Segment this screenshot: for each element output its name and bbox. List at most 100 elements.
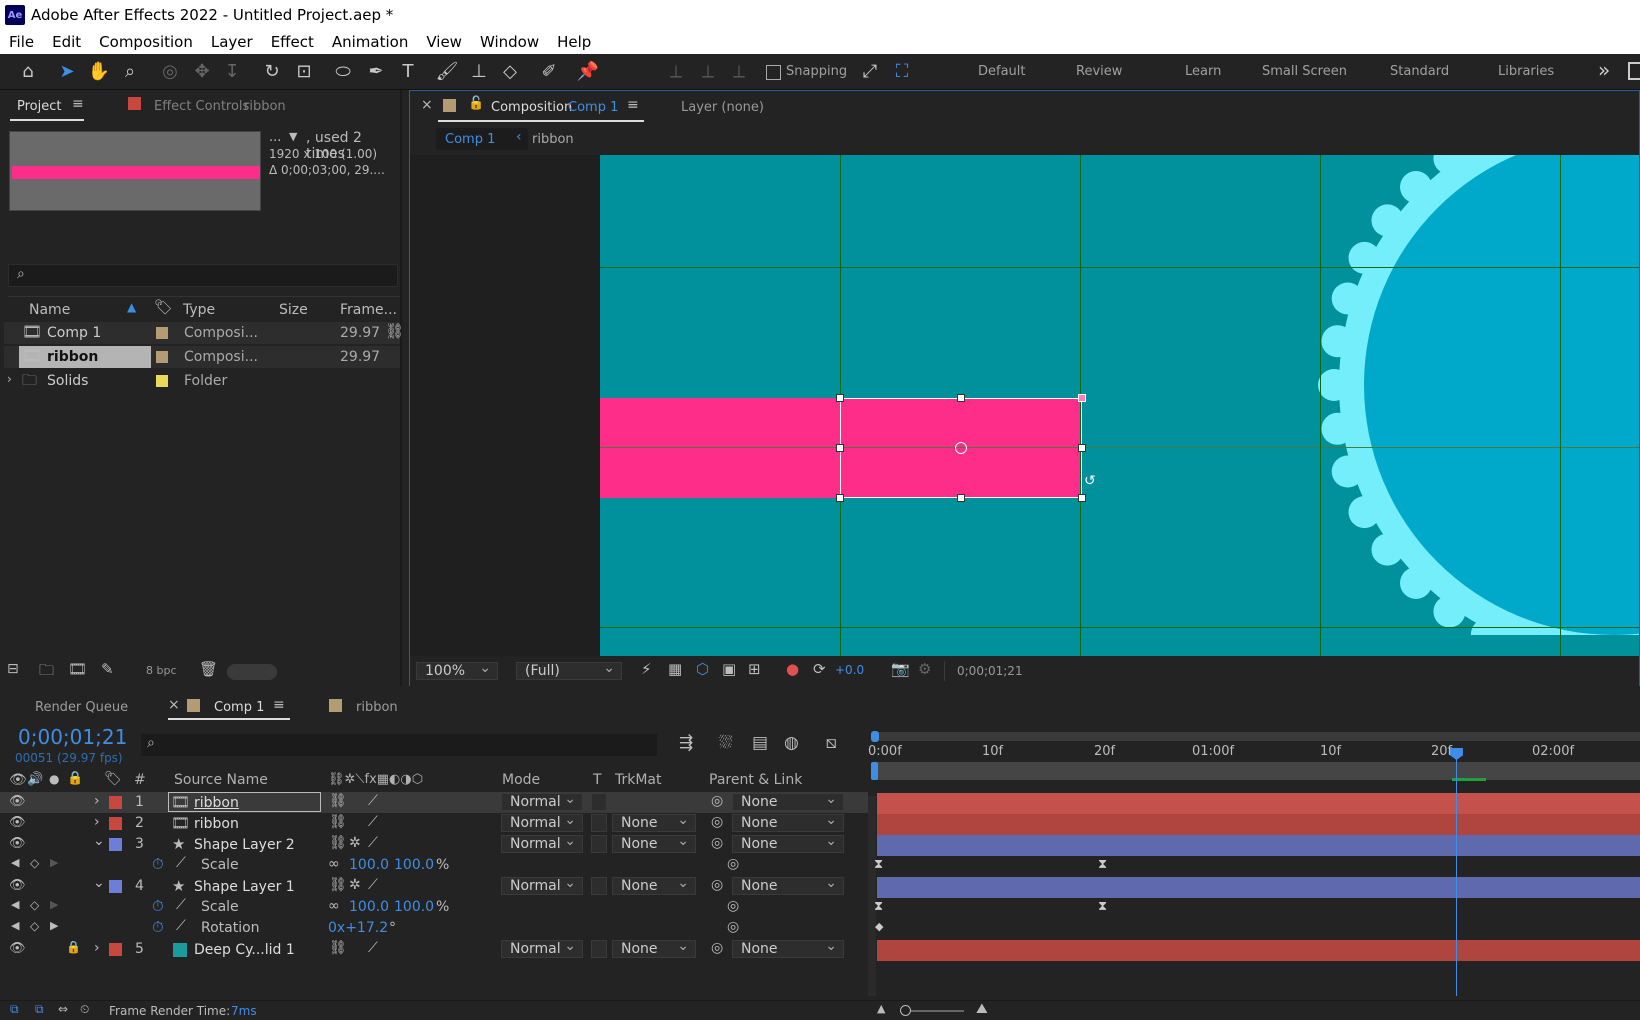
- preserve-transparency-toggle[interactable]: [591, 793, 607, 811]
- timeline-menu-icon[interactable]: ≡: [273, 697, 285, 713]
- workspace-default[interactable]: Default: [978, 64, 1026, 79]
- thumbnail-slider[interactable]: [227, 664, 277, 680]
- layer-label-color[interactable]: [109, 880, 122, 893]
- menu-file[interactable]: File: [9, 33, 34, 51]
- breadcrumb-comp1[interactable]: Comp 1 ‹: [436, 128, 528, 150]
- eye-icon[interactable]: 👁: [9, 794, 26, 809]
- transfer-controls-toggle-icon[interactable]: ⧉: [35, 1002, 44, 1017]
- stopwatch-icon[interactable]: ⏱: [152, 918, 164, 936]
- local-axis-icon[interactable]: ⟂: [664, 60, 688, 84]
- zoom-tool-icon[interactable]: ⌕: [118, 60, 142, 84]
- magnification-dropdown[interactable]: 100%: [416, 660, 498, 680]
- zoom-out-icon[interactable]: ▲: [877, 1002, 885, 1015]
- video-switch-header-icon[interactable]: 👁: [9, 772, 27, 788]
- quality-switch-icon[interactable]: ⟋: [368, 814, 378, 830]
- parent-dropdown[interactable]: None: [732, 938, 844, 958]
- motion-blur-icon[interactable]: ◍: [784, 733, 799, 753]
- solo-header-icon[interactable]: ●: [49, 772, 59, 786]
- current-time-display[interactable]: 0;00;01;21: [18, 725, 127, 749]
- prev-keyframe-icon[interactable]: ◀: [11, 856, 19, 869]
- property-row-scale-3[interactable]: ◀ ◇ ▶ ⏱ ⟋ Scale ∞ 100.0 100.0 % ◎: [0, 855, 868, 876]
- transparency-grid-icon[interactable]: ▦: [668, 660, 682, 678]
- audio-switch-header-icon[interactable]: 🔊: [27, 772, 43, 787]
- resolution-dropdown[interactable]: (Full): [516, 660, 622, 680]
- comp-mini-flowchart-icon[interactable]: ⇶: [679, 733, 693, 753]
- keyframe-marker[interactable]: ⧗: [1098, 857, 1107, 872]
- preserve-transparency-toggle[interactable]: [591, 940, 607, 958]
- in-out-toggle-icon[interactable]: ⇔: [58, 1002, 68, 1016]
- column-trkmat[interactable]: TrkMat: [615, 772, 662, 788]
- eraser-tool-icon[interactable]: ◇: [498, 60, 522, 84]
- shy-switch-icon[interactable]: ⛓: [329, 877, 347, 893]
- preserve-transparency-toggle[interactable]: [591, 835, 607, 853]
- work-area-bar[interactable]: [873, 732, 1640, 741]
- eye-icon[interactable]: 👁: [9, 815, 26, 830]
- parent-dropdown[interactable]: None: [732, 833, 844, 853]
- mode-dropdown[interactable]: Normal: [501, 875, 583, 895]
- flowchart-icon[interactable]: ⛓: [385, 322, 404, 340]
- ellipse-tool-icon[interactable]: ⬭: [331, 60, 355, 84]
- timeline-zoom-slider[interactable]: [904, 1010, 964, 1012]
- label-color-swatch[interactable]: [156, 375, 168, 387]
- prev-keyframe-icon[interactable]: ◀: [11, 919, 19, 932]
- collapse-arrow-icon[interactable]: ⌄: [93, 875, 105, 891]
- trkmat-dropdown[interactable]: None: [612, 833, 696, 853]
- keyframe-marker[interactable]: ◆: [875, 920, 883, 933]
- hand-tool-icon[interactable]: ✋: [87, 60, 111, 84]
- fast-previews-icon[interactable]: ⚡: [641, 660, 652, 678]
- layer-bar-1[interactable]: [877, 793, 1640, 814]
- workspace-learn[interactable]: Learn: [1185, 64, 1221, 79]
- shy-switch-icon[interactable]: ⛓: [329, 814, 347, 830]
- label-column-tag-icon[interactable]: 🏷: [154, 298, 173, 316]
- delete-icon[interactable]: 🗑: [199, 660, 218, 678]
- mode-dropdown[interactable]: Normal: [501, 833, 583, 853]
- constrain-proportions-icon[interactable]: ∞: [328, 856, 340, 872]
- layer-name[interactable]: ribbon: [194, 816, 239, 832]
- selection-tool-icon[interactable]: ➤: [55, 60, 79, 84]
- grid-guides-icon[interactable]: ⊞: [748, 660, 761, 678]
- column-number[interactable]: #: [134, 772, 146, 788]
- shy-switch-icon[interactable]: ⛓: [329, 793, 347, 809]
- column-source-name[interactable]: Source Name: [174, 772, 268, 788]
- layer-lock-icon[interactable]: 🔒: [66, 940, 81, 954]
- workspace-libraries[interactable]: Libraries: [1498, 64, 1554, 79]
- workspace-standard[interactable]: Standard: [1390, 64, 1449, 79]
- constrain-proportions-icon[interactable]: ∞: [328, 898, 340, 914]
- close-tab-icon[interactable]: ×: [421, 97, 433, 113]
- effect-controls-tab[interactable]: Effect Controls: [154, 99, 249, 114]
- property-row-scale-4[interactable]: ◀ ◇ ▶ ⏱ ⟋ Scale ∞ 100.0 100.0 % ◎: [0, 897, 868, 918]
- pen-tool-icon[interactable]: ✒: [364, 60, 388, 84]
- layer-row-2[interactable]: 👁 › 2 🎞 ribbon ⛓ ⟋ Normal None ◎ None: [0, 812, 868, 834]
- snapshot-icon[interactable]: 📷: [891, 660, 910, 678]
- eye-icon[interactable]: 👁: [9, 878, 26, 893]
- mode-dropdown[interactable]: Normal: [501, 791, 583, 811]
- collapse-arrow-icon[interactable]: ⌄: [93, 833, 105, 849]
- new-folder-icon[interactable]: 🗀: [39, 660, 54, 685]
- graph-icon[interactable]: ⟋: [176, 897, 186, 913]
- expand-arrow-icon[interactable]: ›: [7, 372, 12, 386]
- stopwatch-icon[interactable]: ⏱: [152, 855, 164, 873]
- mask-visibility-icon[interactable]: ⬡: [696, 660, 709, 678]
- layer-label-color[interactable]: [109, 796, 122, 809]
- column-name[interactable]: Name: [29, 302, 70, 318]
- trkmat-dropdown[interactable]: None: [612, 812, 696, 832]
- transform-handle[interactable]: [836, 394, 844, 402]
- home-icon[interactable]: ⌂: [16, 60, 40, 84]
- menu-effect[interactable]: Effect: [271, 33, 314, 51]
- parent-dropdown[interactable]: None: [732, 812, 844, 832]
- composition-tab[interactable]: Composition: [491, 100, 572, 115]
- scale-x-value[interactable]: 100.0: [349, 899, 389, 915]
- next-keyframe-icon[interactable]: ▶: [50, 898, 58, 911]
- exposure-value[interactable]: +0.0: [835, 663, 864, 677]
- project-settings-icon[interactable]: ✎: [101, 660, 114, 678]
- layer-label-color[interactable]: [109, 838, 122, 851]
- column-frame[interactable]: Frame...: [340, 302, 397, 318]
- snap-features-icon[interactable]: ⛶: [890, 60, 914, 84]
- switches-header-icon[interactable]: ⛓✲⟍fx▦◐◑⬡: [328, 772, 423, 787]
- region-of-interest-icon[interactable]: ▣: [722, 660, 736, 678]
- column-type[interactable]: Type: [183, 302, 215, 318]
- work-area-range[interactable]: [877, 762, 1640, 780]
- mode-dropdown[interactable]: Normal: [501, 812, 583, 832]
- label-header-icon[interactable]: 🏷: [104, 771, 122, 787]
- lock-header-icon[interactable]: 🔒: [67, 771, 83, 786]
